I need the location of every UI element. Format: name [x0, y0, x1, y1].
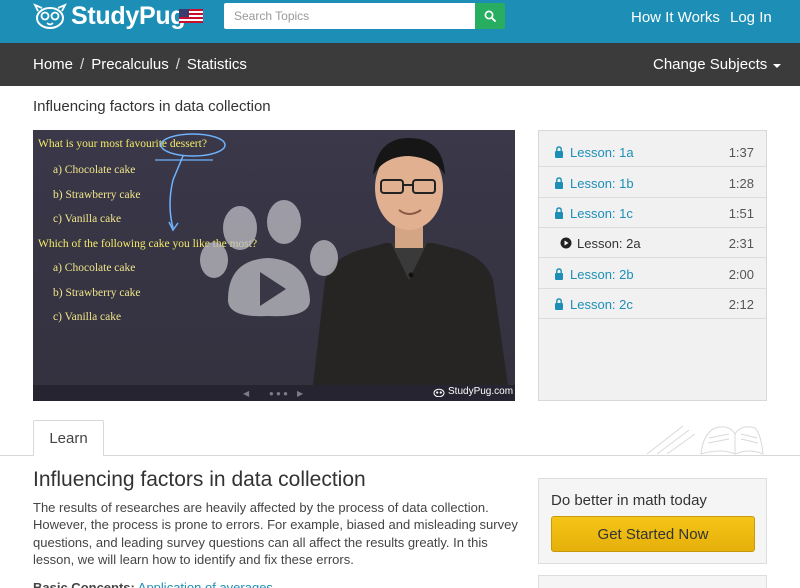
lesson-name: Lesson: 2c: [570, 297, 633, 312]
secondary-panel: [538, 575, 767, 588]
video-player[interactable]: What is your most favourite dessert? a) …: [33, 130, 515, 401]
get-started-button[interactable]: Get Started Now: [551, 516, 755, 552]
lesson-duration: 2:31: [728, 236, 754, 251]
change-subjects-dropdown[interactable]: Change Subjects: [653, 56, 782, 73]
basic-concepts-label: Basic Concepts:: [33, 580, 135, 588]
pug-logo-icon: [33, 3, 67, 29]
lock-icon: [555, 146, 563, 158]
breadcrumb-separator: /: [80, 56, 85, 73]
lesson-item-2c[interactable]: Lesson: 2c 2:12: [539, 289, 766, 319]
page-heading: Influencing factors in data collection: [33, 98, 271, 115]
lesson-item-1a[interactable]: Lesson: 1a 1:37: [539, 137, 766, 167]
board-option: b) Strawberry cake: [53, 287, 141, 299]
login-link[interactable]: Log In: [730, 9, 772, 26]
how-it-works-link[interactable]: How It Works: [631, 9, 720, 26]
lesson-duration: 2:12: [728, 297, 754, 312]
next-icon[interactable]: ▶: [297, 389, 303, 398]
search-icon: [484, 10, 496, 22]
lesson-item-2a[interactable]: Lesson: 2a 2:31: [539, 228, 766, 258]
lesson-duration: 1:28: [728, 176, 754, 191]
breadcrumb: Home / Precalculus / Statistics: [33, 56, 247, 73]
lesson-item-1c[interactable]: Lesson: 1c 1:51: [539, 198, 766, 228]
open-book-icon: [646, 425, 764, 455]
tab-learn[interactable]: Learn: [33, 420, 104, 456]
prev-icon[interactable]: ◀: [243, 389, 249, 398]
lesson-list: Lesson: 1a 1:37 Lesson: 1b 1:28 Lesson: …: [538, 130, 767, 401]
lesson-title: Influencing factors in data collection: [33, 468, 366, 491]
breadcrumb-precalculus[interactable]: Precalculus: [91, 56, 169, 73]
lesson-name: Lesson: 2b: [570, 267, 634, 282]
basic-concepts-link[interactable]: Application of averages: [138, 580, 273, 588]
lesson-name: Lesson: 1a: [570, 145, 634, 160]
breadcrumb-bar: Home / Precalculus / Statistics Change S…: [0, 43, 800, 86]
watermark: StudyPug.com: [433, 386, 513, 397]
board-option: a) Chocolate cake: [53, 262, 136, 274]
breadcrumb-home[interactable]: Home: [33, 56, 73, 73]
lock-icon: [555, 268, 563, 280]
lesson-duration: 2:00: [728, 267, 754, 282]
lesson-item-2b[interactable]: Lesson: 2b 2:00: [539, 259, 766, 289]
lock-icon: [555, 177, 563, 189]
lesson-name: Lesson: 1b: [570, 176, 634, 191]
cta-title: Do better in math today: [551, 492, 707, 509]
watermark-text: StudyPug.com: [448, 386, 514, 397]
lesson-name: Lesson: 2a: [577, 236, 641, 251]
logo[interactable]: StudyPug: [33, 1, 186, 30]
dots-icon: ● ● ●: [269, 389, 288, 398]
search-input[interactable]: [224, 3, 475, 29]
logo-text: StudyPug: [71, 1, 186, 30]
basic-concepts: Basic Concepts: Application of averages: [33, 580, 273, 588]
board-option: c) Vanilla cake: [53, 311, 122, 323]
search-button[interactable]: [475, 3, 505, 29]
change-subjects-label: Change Subjects: [653, 56, 768, 73]
lesson-item-1b[interactable]: Lesson: 1b 1:28: [539, 168, 766, 198]
lock-icon: [555, 207, 563, 219]
caret-down-icon: [773, 63, 782, 68]
lesson-name: Lesson: 1c: [570, 206, 633, 221]
lock-icon: [555, 298, 563, 310]
lesson-duration: 1:51: [728, 206, 754, 221]
cta-panel: Do better in math today Get Started Now: [538, 478, 767, 564]
lesson-duration: 1:37: [728, 145, 754, 160]
play-circle-icon: [560, 237, 572, 249]
lesson-description: The results of researches are heavily af…: [33, 500, 518, 567]
us-flag-icon[interactable]: [179, 9, 203, 23]
breadcrumb-separator: /: [175, 56, 180, 73]
top-header: StudyPug How It Works Log In: [0, 0, 800, 43]
play-button-icon[interactable]: [198, 200, 348, 320]
breadcrumb-statistics[interactable]: Statistics: [187, 56, 247, 73]
pug-watermark-icon: [433, 388, 445, 397]
